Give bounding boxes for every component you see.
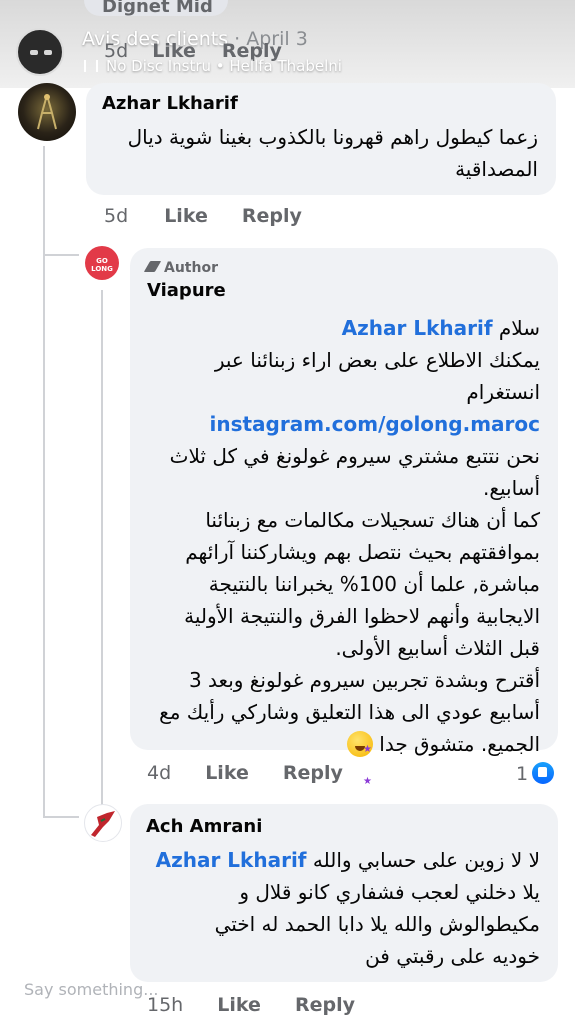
comment-age: 5d xyxy=(104,205,129,227)
comment-line: قبل الثلاث أسابيع الأولى. xyxy=(335,636,540,660)
mention-link[interactable]: Azhar Lkharif xyxy=(156,848,307,872)
author-badge-label: Author xyxy=(164,260,218,276)
pencil-icon xyxy=(143,261,162,272)
greeting: سلام xyxy=(498,316,540,340)
commenter-name[interactable]: Azhar Lkharif xyxy=(102,93,238,114)
comment-text: لا لا زوين على حسابي والله Azhar Lkharif… xyxy=(142,844,540,972)
thread-branch xyxy=(43,254,79,256)
story-header: Dignet Mid Avis des clients · April 3 5d… xyxy=(0,0,575,88)
reaction-number: 1 xyxy=(516,763,529,785)
like-button[interactable]: Like xyxy=(217,994,261,1016)
comment-line: انستغرام instagram.com/golong.maroc xyxy=(140,376,540,440)
link-prefix: انستغرام xyxy=(466,380,540,404)
music-icon xyxy=(84,60,98,72)
comment-line: يلا دخلني لعجب فشفاري كانو قلال و xyxy=(239,880,540,904)
last-line-text: الجميع. متشوق جدا xyxy=(379,732,540,756)
comment-actions: 15h Like Reply xyxy=(147,994,355,1016)
comment-line: مكيطوالوش والله يلا دابا الحمد له اختي xyxy=(214,912,540,936)
ach-avatar-art xyxy=(91,811,115,837)
like-reaction-icon xyxy=(532,762,555,784)
comment-line: لا لا زوين على حسابي والله Azhar Lkharif xyxy=(142,844,540,876)
first-line-text: لا لا زوين على حسابي والله xyxy=(312,848,540,872)
story-avatar[interactable] xyxy=(16,28,64,76)
comment-line: أسابيع عودي الى هذا التعليق وشاركي رأيك … xyxy=(159,700,540,724)
comment-text: زعما كيطول راهم قهرونا بالكذوب بغينا شوي… xyxy=(100,121,538,185)
author-badge: Author xyxy=(143,260,218,276)
comment-line: بموافقتهم بحيث نتصل بهم ويشاركننا آرائهم xyxy=(185,540,540,564)
like-button[interactable]: Like xyxy=(205,762,249,784)
comment-line: أسابيع. xyxy=(482,476,540,500)
comment-line: زعما كيطول راهم قهرونا بالكذوب بغينا شوي… xyxy=(127,125,538,149)
reply-button[interactable]: Reply xyxy=(283,762,343,784)
music-label: No Disc Instru • Hellfa Thabelni xyxy=(106,57,342,75)
comment-bubble: Ach Amrani لا لا زوين على حسابي والله Az… xyxy=(130,804,558,982)
author-comment-text: سلام Azhar Lkharif يمكنك الاطلاع على بعض… xyxy=(140,312,540,798)
comment-line: الايجابية وأنهم لاحظوا الفرق والنتيجة ال… xyxy=(184,604,540,628)
like-button[interactable]: Like xyxy=(164,205,208,227)
comment-line: خوديه على رقبتي فن xyxy=(365,944,540,968)
comment-line: مباشرة, علما أن 100% يخبراننا بالنتيجة xyxy=(208,572,540,596)
reply-composer-input[interactable]: Say something... xyxy=(24,980,158,999)
comment-line: كما أن هناك تسجيلات مكالمات مع زبنائنا xyxy=(205,508,540,532)
comment-line: المصداقية xyxy=(455,157,538,181)
reply-button[interactable]: Reply xyxy=(242,205,302,227)
comment-line: سلام Azhar Lkharif xyxy=(140,312,540,344)
comment-line: الجميع. متشوق جدا xyxy=(140,728,540,798)
reaction-count[interactable]: 1 xyxy=(516,762,555,785)
instagram-link[interactable]: instagram.com/golong.maroc xyxy=(209,412,540,436)
previous-commenter-name: Dignet Mid xyxy=(102,0,213,17)
star-struck-emoji-icon xyxy=(346,731,373,798)
mention-link[interactable]: Azhar Lkharif xyxy=(342,316,493,340)
azhar-avatar-art xyxy=(37,94,57,130)
commenter-name[interactable]: Viapure xyxy=(147,280,226,301)
comment-actions: 4d Like Reply xyxy=(147,762,343,784)
azhar-avatar[interactable] xyxy=(18,83,76,141)
reply-thread-line xyxy=(101,290,103,810)
comment-actions: 5d Like Reply xyxy=(104,205,302,227)
story-music[interactable]: No Disc Instru • Hellfa Thabelni xyxy=(84,57,342,75)
thread-branch xyxy=(43,816,79,818)
viapure-avatar[interactable]: GO LONG xyxy=(85,246,119,280)
commenter-name[interactable]: Ach Amrani xyxy=(146,816,262,837)
comment-bubble: Azhar Lkharif زعما كيطول راهم قهرونا بال… xyxy=(86,83,556,195)
comment-line: أقترح وبشدة تجربين سيروم غولونغ وبعد 3 xyxy=(188,668,540,692)
thread-line xyxy=(43,146,45,816)
reply-button[interactable]: Reply xyxy=(295,994,355,1016)
avatar-logo-text: GO LONG xyxy=(91,257,113,273)
ach-avatar[interactable] xyxy=(84,804,122,842)
comment-line: يمكنك الاطلاع على بعض اراء زبنائنا عبر xyxy=(214,348,540,372)
comment-age: 4d xyxy=(147,762,172,784)
comment-line: نحن نتتبع مشتري سيروم غولونغ في كل ثلاث xyxy=(169,444,540,468)
